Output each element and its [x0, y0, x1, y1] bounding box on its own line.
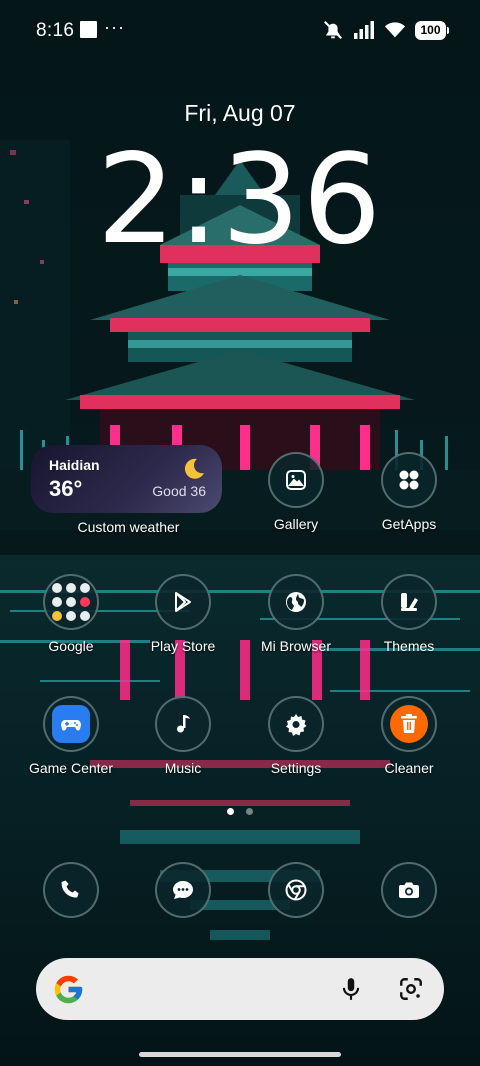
cleaner-app-icon[interactable]: [381, 696, 437, 752]
app-gallery[interactable]: Gallery: [240, 452, 352, 532]
app-label-music: Music: [164, 760, 202, 776]
app-mi-browser[interactable]: Mi Browser: [240, 574, 352, 654]
folder-icon: [52, 583, 90, 621]
settings-app-icon[interactable]: [268, 696, 324, 752]
cleaner-tile: [390, 705, 428, 743]
camera-app-icon[interactable]: [381, 862, 437, 918]
dock-messages[interactable]: [127, 862, 239, 918]
mi-browser-app-icon[interactable]: [268, 574, 324, 630]
grid-dots-icon: [399, 470, 419, 490]
google-lens-icon[interactable]: [398, 976, 424, 1002]
globe-icon: [286, 592, 306, 612]
trash-icon: [401, 714, 417, 733]
chrome-app-icon[interactable]: [268, 862, 324, 918]
chat-icon: [173, 881, 193, 899]
notification-icon: [80, 21, 97, 38]
play-store-app-icon[interactable]: [155, 574, 211, 630]
app-label-game-center: Game Center: [28, 760, 114, 776]
music-app-icon[interactable]: [155, 696, 211, 752]
page-dot-2[interactable]: [246, 808, 253, 815]
app-settings[interactable]: Settings: [240, 696, 352, 776]
page-dot-1[interactable]: [227, 808, 234, 815]
phone-icon: [61, 880, 79, 898]
signal-icon: [354, 21, 374, 39]
weather-widget[interactable]: Haidian 36° Good 36: [31, 445, 222, 513]
moon-icon: [184, 458, 204, 479]
game-center-app-icon[interactable]: [43, 696, 99, 752]
wifi-icon: [384, 22, 406, 38]
app-game-center[interactable]: Game Center: [15, 696, 127, 776]
microphone-icon[interactable]: [338, 976, 364, 1002]
app-label-mi-browser: Mi Browser: [260, 638, 331, 654]
app-label-cleaner: Cleaner: [384, 760, 434, 776]
gallery-app-icon[interactable]: [268, 452, 324, 508]
dock-camera[interactable]: [353, 862, 465, 918]
app-play-store[interactable]: Play Store: [127, 574, 239, 654]
weather-widget-label: Custom weather: [77, 519, 180, 535]
clock-widget[interactable]: 2:36: [0, 128, 480, 272]
app-label-settings: Settings: [270, 760, 322, 776]
chrome-icon: [285, 879, 307, 901]
image-icon: [286, 470, 306, 490]
app-cleaner[interactable]: Cleaner: [353, 696, 465, 776]
page-indicator: [0, 808, 480, 815]
game-center-tile: [52, 705, 90, 743]
app-getapps[interactable]: GetApps: [353, 452, 465, 532]
getapps-app-icon[interactable]: [381, 452, 437, 508]
app-label-themes: Themes: [383, 638, 435, 654]
dock-chrome[interactable]: [240, 862, 352, 918]
themes-app-icon[interactable]: [381, 574, 437, 630]
status-bar: 8:16 ··· 100: [0, 0, 480, 60]
bell-off-icon: [324, 21, 342, 39]
phone-app-icon[interactable]: [43, 862, 99, 918]
app-label-getapps: GetApps: [381, 516, 437, 532]
battery-icon: 100: [415, 20, 449, 40]
air-quality: Good 36: [152, 483, 206, 499]
play-store-icon: [175, 592, 191, 612]
camera-icon: [399, 882, 419, 898]
gesture-navigation-bar[interactable]: [139, 1052, 341, 1057]
brush-icon: [401, 593, 418, 611]
gear-icon: [286, 714, 307, 736]
messages-app-icon[interactable]: [155, 862, 211, 918]
app-music[interactable]: Music: [127, 696, 239, 776]
google-folder-icon[interactable]: [43, 574, 99, 630]
app-label-play-store: Play Store: [150, 638, 216, 654]
status-time: 8:16: [36, 20, 75, 41]
app-label-google: Google: [48, 638, 94, 654]
app-google-folder[interactable]: Google: [15, 574, 127, 654]
more-notifications-icon: ···: [104, 17, 125, 37]
music-note-icon: [177, 715, 190, 733]
lockscreen-date: Fri, Aug 07: [184, 100, 296, 126]
app-themes[interactable]: Themes: [353, 574, 465, 654]
gamepad-icon: [61, 720, 81, 731]
weather-city: Haidian: [49, 457, 100, 473]
google-search-bar[interactable]: [36, 958, 444, 1020]
weather-temperature: 36°: [49, 476, 83, 501]
google-g-icon: [54, 975, 83, 1004]
app-label-gallery: Gallery: [273, 516, 319, 532]
dock-phone[interactable]: [15, 862, 127, 918]
